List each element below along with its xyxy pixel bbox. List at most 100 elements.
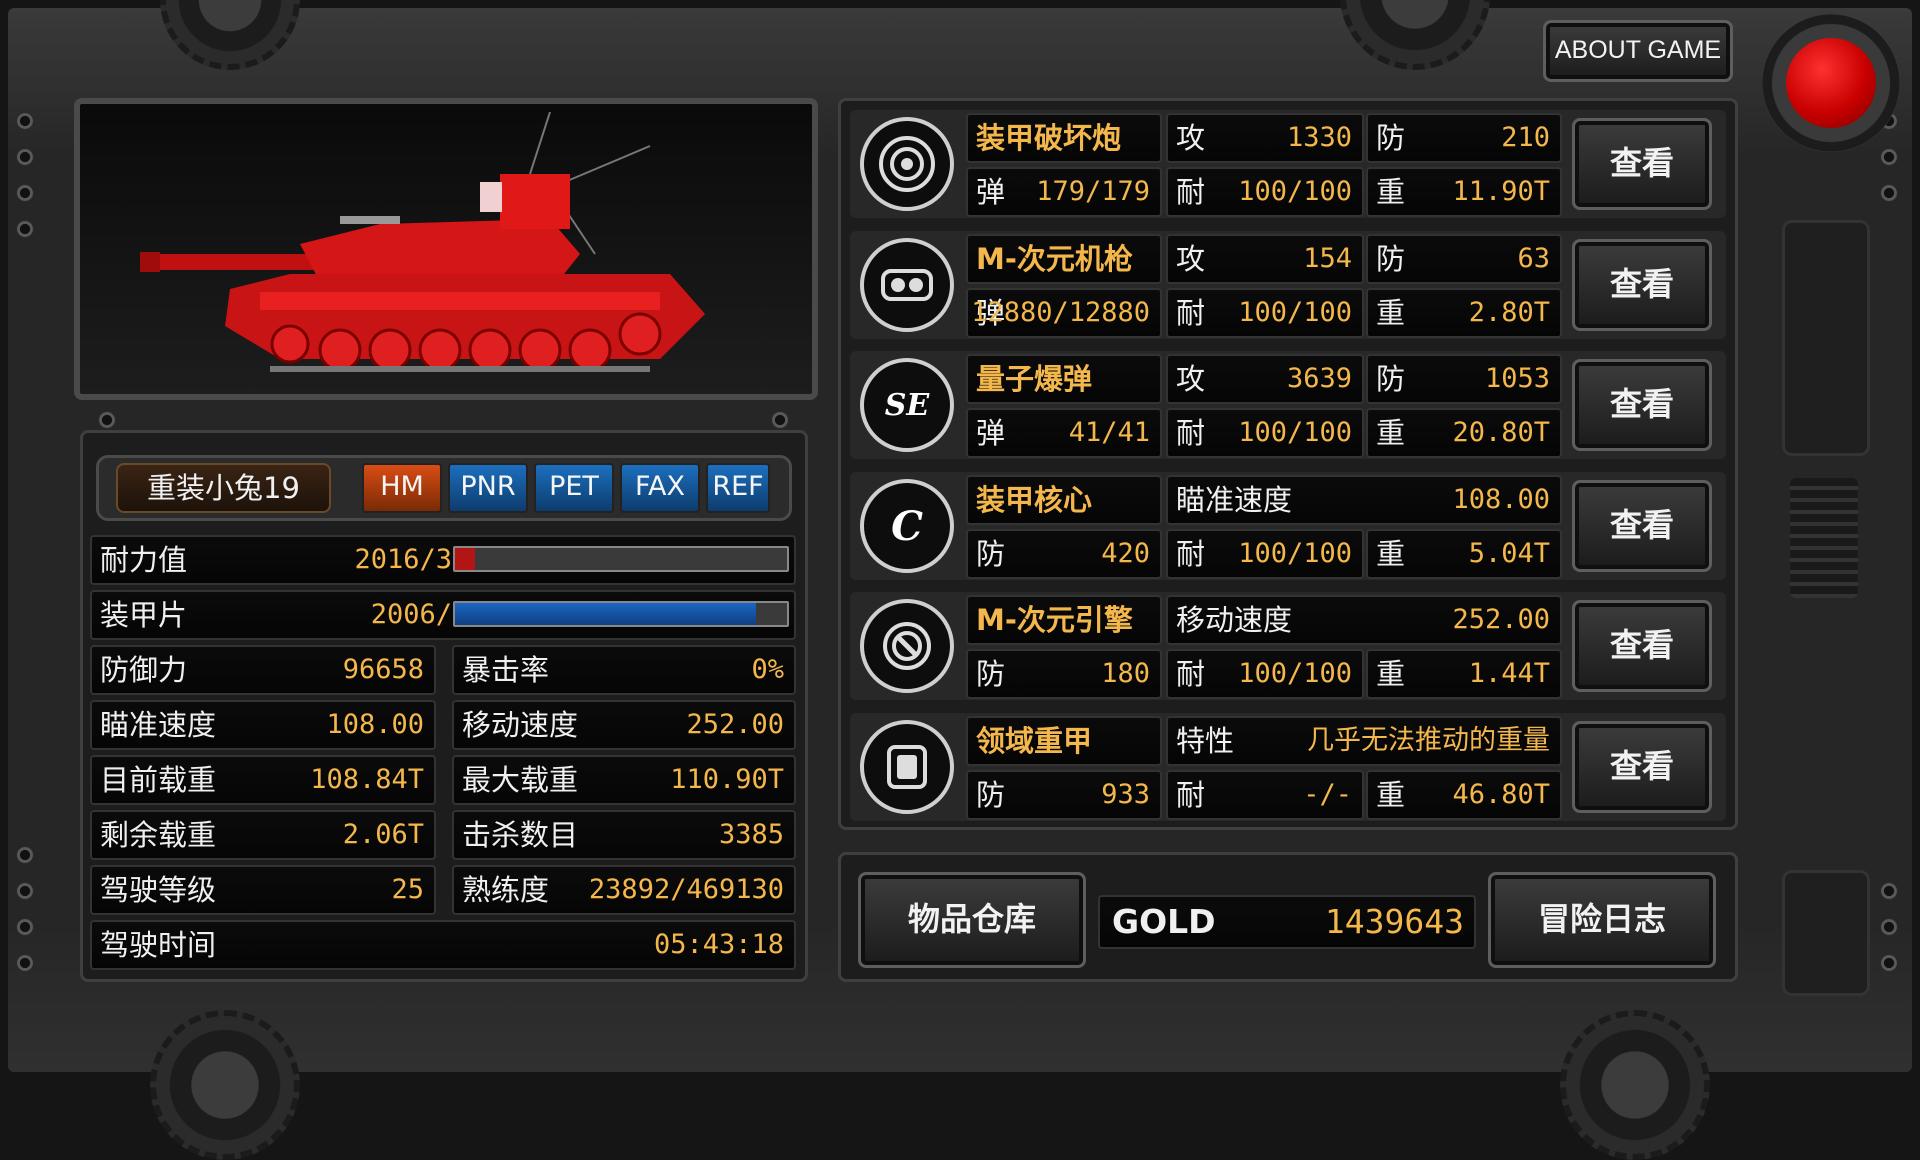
kill-count-value: 3385 bbox=[718, 819, 784, 850]
equipment-stat-c: 防 180 bbox=[966, 649, 1162, 699]
se-bomb-icon-label: SE bbox=[884, 387, 930, 423]
defense-value: 96658 bbox=[342, 654, 424, 685]
view-equipment-button[interactable]: 查看 bbox=[1572, 359, 1712, 451]
max-load-row: 最大载重 110.90T bbox=[452, 755, 796, 805]
proficiency-label: 熟练度 bbox=[462, 873, 550, 907]
red-record-button[interactable] bbox=[1762, 14, 1900, 152]
equipment-stat-c: 防 933 bbox=[966, 770, 1162, 820]
stat-value: 179/179 bbox=[1036, 176, 1150, 207]
rivet-icon bbox=[1880, 918, 1898, 936]
move-speed-label: 移动速度 bbox=[462, 708, 579, 742]
view-equipment-button[interactable]: 查看 bbox=[1572, 239, 1712, 331]
stat-value: 3639 bbox=[1286, 363, 1352, 394]
about-game-button[interactable]: ABOUT GAME bbox=[1543, 20, 1733, 82]
warehouse-button[interactable]: 物品仓库 bbox=[858, 872, 1086, 968]
stat-value: 12880/12880 bbox=[971, 297, 1150, 328]
stat-label: 防 bbox=[976, 537, 1006, 571]
stat-value: 100/100 bbox=[1238, 297, 1352, 328]
stat-value: 63 bbox=[1517, 243, 1550, 274]
tank-preview-panel bbox=[74, 98, 818, 400]
tag-pet[interactable]: PET bbox=[534, 463, 614, 513]
move-speed-value: 252.00 bbox=[686, 709, 784, 740]
endurance-bar bbox=[453, 546, 789, 572]
equipment-name: M-次元引擎 bbox=[976, 603, 1133, 637]
view-equipment-button[interactable]: 查看 bbox=[1572, 600, 1712, 692]
stat-value: 5.04T bbox=[1468, 538, 1550, 569]
defense-row: 防御力 96658 bbox=[90, 645, 436, 695]
stat-value: 2.80T bbox=[1468, 297, 1550, 328]
equipment-stat-c: 弹 12880/12880 bbox=[966, 288, 1162, 338]
current-load-label: 目前载重 bbox=[100, 763, 217, 797]
equipment-wide-stat: 特性 几乎无法推动的重量 bbox=[1166, 716, 1562, 766]
view-equipment-button[interactable]: 查看 bbox=[1572, 721, 1712, 813]
stat-value: 20.80T bbox=[1452, 417, 1550, 448]
stat-label: 重 bbox=[1376, 296, 1406, 330]
view-equipment-button[interactable]: 查看 bbox=[1572, 118, 1712, 210]
stat-label: 重 bbox=[1376, 537, 1406, 571]
kill-count-row: 击杀数目 3385 bbox=[452, 810, 796, 860]
core-c-icon: C bbox=[860, 479, 954, 573]
engine-icon bbox=[860, 599, 954, 693]
stat-value: 180 bbox=[1101, 658, 1150, 689]
side-slot bbox=[1782, 870, 1870, 996]
gear-decoration-icon bbox=[1560, 1010, 1710, 1160]
equipment-stat-e: 重 5.04T bbox=[1366, 529, 1562, 579]
stat-label: 耐 bbox=[1176, 416, 1206, 450]
armor-label: 装甲片 bbox=[100, 598, 188, 632]
stat-value: 11.90T bbox=[1452, 176, 1550, 207]
current-load-row: 目前载重 108.84T bbox=[90, 755, 436, 805]
equipment-stat-d: 耐 100/100 bbox=[1166, 529, 1364, 579]
stat-value: 46.80T bbox=[1452, 779, 1550, 810]
core-c-icon-label: C bbox=[891, 502, 923, 550]
tag-hm[interactable]: HM bbox=[362, 463, 442, 513]
equipment-name-cell: 量子爆弹 bbox=[966, 354, 1162, 404]
armor-plate-icon bbox=[860, 720, 954, 814]
stat-label: 防 bbox=[1376, 242, 1406, 276]
stat-value: 100/100 bbox=[1238, 417, 1352, 448]
gear-decoration-icon bbox=[150, 1010, 300, 1160]
proficiency-value: 23892/469130 bbox=[588, 874, 784, 905]
current-load-value: 108.84T bbox=[310, 764, 424, 795]
tag-pnr[interactable]: PNR bbox=[448, 463, 528, 513]
remaining-load-row: 剩余载重 2.06T bbox=[90, 810, 436, 860]
equipment-stat-e: 重 2.80T bbox=[1366, 288, 1562, 338]
stat-value: 100/100 bbox=[1238, 176, 1352, 207]
gold-value: 1439643 bbox=[1324, 902, 1464, 941]
equipment-stat-e: 重 20.80T bbox=[1366, 408, 1562, 458]
stat-value: 154 bbox=[1303, 243, 1352, 274]
stat-label: 防 bbox=[1376, 121, 1406, 155]
adventure-log-button[interactable]: 冒险日志 bbox=[1488, 872, 1716, 968]
stat-label: 瞄准速度 bbox=[1176, 483, 1293, 517]
equipment-stat-e: 重 46.80T bbox=[1366, 770, 1562, 820]
equipment-name: 装甲破坏炮 bbox=[976, 121, 1122, 155]
equipment-stat-d: 耐 100/100 bbox=[1166, 167, 1364, 217]
equipment-stat-a: 攻 1330 bbox=[1166, 113, 1364, 163]
stat-label: 移动速度 bbox=[1176, 603, 1293, 637]
tag-fax[interactable]: FAX bbox=[620, 463, 700, 513]
max-load-label: 最大载重 bbox=[462, 763, 579, 797]
rivet-icon bbox=[1880, 148, 1898, 166]
tank-name: 重装小兔19 bbox=[116, 463, 331, 513]
equipment-name-cell: M-次元机枪 bbox=[966, 234, 1162, 284]
stat-label: 攻 bbox=[1176, 242, 1206, 276]
tag-ref[interactable]: REF bbox=[706, 463, 770, 513]
remaining-load-label: 剩余载重 bbox=[100, 818, 217, 852]
stat-label: 防 bbox=[1376, 362, 1406, 396]
armor-bar-fill bbox=[455, 603, 757, 625]
stat-label: 耐 bbox=[1176, 537, 1206, 571]
view-equipment-button[interactable]: 查看 bbox=[1572, 480, 1712, 572]
stat-label: 攻 bbox=[1176, 121, 1206, 155]
rivet-icon bbox=[16, 846, 34, 864]
drive-time-row: 驾驶时间 05:43:18 bbox=[90, 920, 796, 970]
stat-label: 重 bbox=[1376, 657, 1406, 691]
equipment-name: 量子爆弹 bbox=[976, 362, 1093, 396]
stat-value: -/- bbox=[1303, 779, 1352, 810]
stat-value: 1330 bbox=[1286, 122, 1352, 153]
stat-label: 弹 bbox=[976, 416, 1006, 450]
equipment-name-cell: 装甲破坏炮 bbox=[966, 113, 1162, 163]
crit-rate-row: 暴击率 0% bbox=[452, 645, 796, 695]
stat-value: 420 bbox=[1101, 538, 1150, 569]
stat-label: 耐 bbox=[1176, 657, 1206, 691]
equipment-name-cell: 装甲核心 bbox=[966, 475, 1162, 525]
drive-time-label: 驾驶时间 bbox=[100, 928, 217, 962]
